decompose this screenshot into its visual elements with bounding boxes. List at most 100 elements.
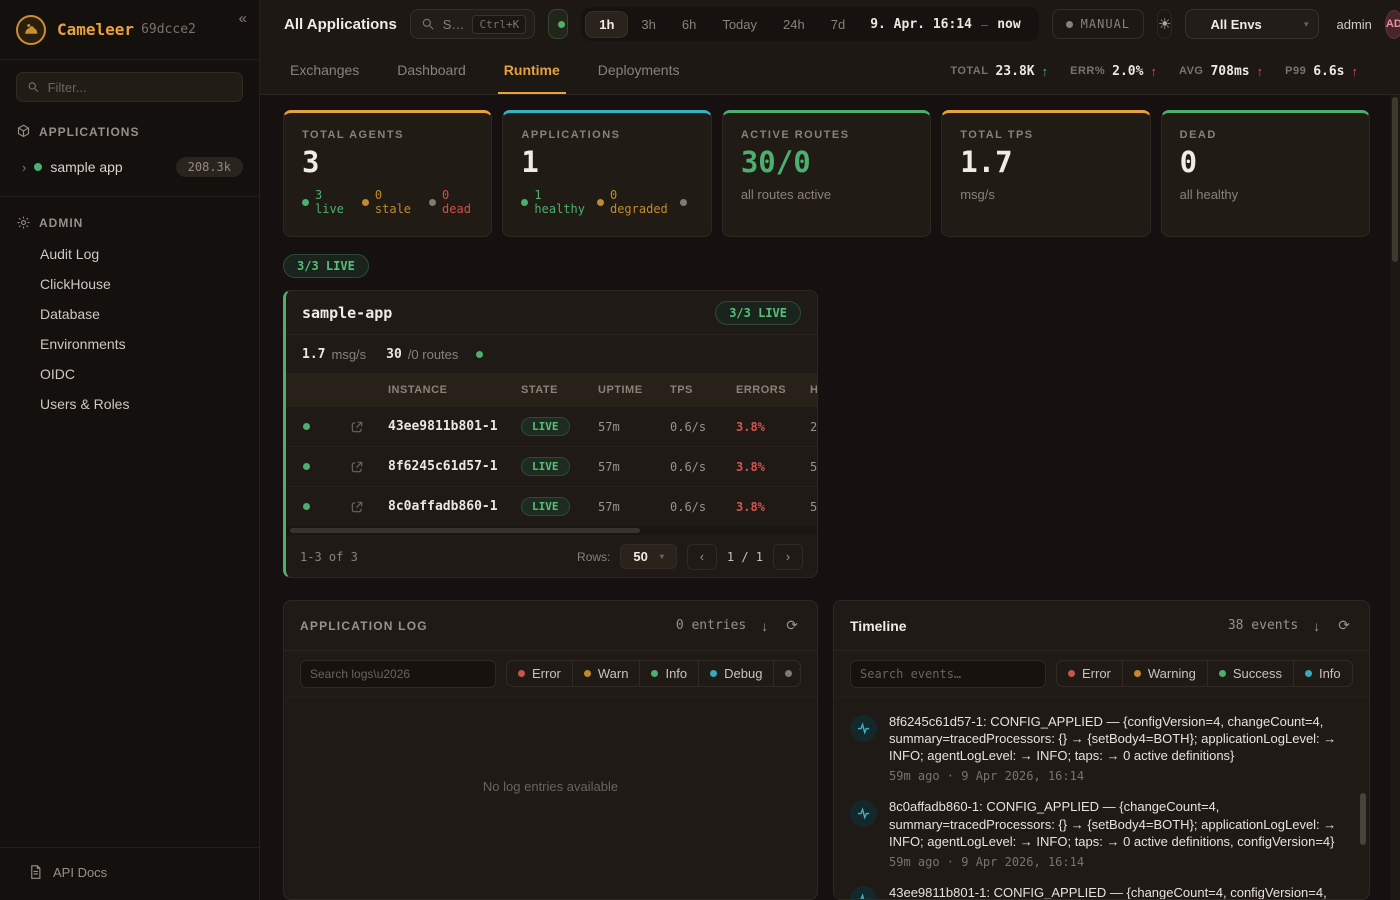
table-row[interactable]: 43ee9811b801-1 LIVE 57m 0.6/s 3.8% 2 (286, 406, 818, 446)
online-status-dot (558, 21, 565, 28)
horizontal-scrollbar[interactable] (286, 526, 817, 535)
external-link-icon[interactable] (350, 460, 364, 474)
sidebar-item-database[interactable]: Database (0, 298, 259, 328)
instance-id: 43ee9811b801-1 (388, 419, 521, 434)
card-total-tps: TOTAL TPS 1.7 msg/s (941, 110, 1150, 237)
arrow-up-icon: ↑ (1042, 64, 1049, 79)
filter-error[interactable]: Error (507, 661, 572, 686)
filter-trace[interactable]: Trace (773, 661, 801, 686)
log-empty-state: No log entries available (284, 779, 817, 794)
timeline-event[interactable]: 8c0affadb860-1: CONFIG_APPLIED — {change… (850, 798, 1349, 868)
card-active-routes: ACTIVE ROUTES 30/0 all routes active (722, 110, 931, 237)
admin-section-header: ADMIN (0, 215, 259, 230)
chevron-down-icon: ▾ (660, 552, 664, 561)
tab-runtime[interactable]: Runtime (498, 48, 566, 94)
state-badge: LIVE (521, 457, 570, 476)
table-row[interactable]: 8f6245c61d57-1 LIVE 57m 0.6/s 3.8% 5 (286, 446, 818, 486)
range-6h[interactable]: 6h (669, 12, 709, 37)
tab-dashboard[interactable]: Dashboard (391, 48, 472, 94)
status-dot-green (34, 163, 42, 171)
range-3h[interactable]: 3h (628, 12, 668, 37)
chevron-right-icon[interactable]: › (22, 160, 26, 175)
stat-avg-value: 708ms (1210, 64, 1249, 79)
rows-per-page-select[interactable]: 50 ▾ (620, 544, 676, 569)
heap-cell: 5 (810, 460, 818, 474)
filter-warn[interactable]: Warn (572, 661, 640, 686)
next-page-button[interactable]: › (773, 544, 803, 570)
api-docs-link[interactable]: API Docs (0, 847, 259, 900)
external-link-icon[interactable] (350, 420, 364, 434)
table-header: INSTANCE STATE UPTIME TPS ERRORS H (286, 373, 818, 406)
connection-status-button[interactable]: O (548, 9, 568, 39)
meta-tps-unit: msg/s (331, 347, 366, 362)
sample-app-meta: 1.7 msg/s 30 /0 routes (286, 335, 817, 373)
sidebar-item-users-roles[interactable]: Users & Roles (0, 388, 259, 418)
card-subtext: all routes active (741, 187, 912, 202)
sidebar-filter (16, 72, 243, 102)
external-link-icon[interactable] (350, 500, 364, 514)
tab-exchanges[interactable]: Exchanges (284, 48, 365, 94)
sidebar-filter-input[interactable] (48, 80, 232, 95)
sidebar-item-audit-log[interactable]: Audit Log (0, 238, 259, 268)
sidebar-item-clickhouse[interactable]: ClickHouse (0, 268, 259, 298)
filter-error[interactable]: Error (1057, 661, 1122, 686)
tps-cell: 0.6/s (670, 500, 736, 514)
theme-toggle-button[interactable]: ☀ (1157, 9, 1172, 39)
refresh-icon[interactable]: ⟳ (1335, 617, 1353, 634)
card-value: 1 (521, 147, 692, 179)
event-text: 8c0affadb860-1: CONFIG_APPLIED — {change… (889, 799, 1336, 848)
timeline-search-input[interactable] (860, 667, 1036, 681)
refresh-icon[interactable]: ⟳ (783, 617, 801, 634)
search-placeholder-text: S… (443, 17, 465, 32)
instance-status-dot (303, 503, 310, 510)
instance-id: 8c0affadb860-1 (388, 499, 521, 514)
manual-refresh-button[interactable]: MANUAL (1052, 9, 1144, 39)
range-1h[interactable]: 1h (585, 11, 628, 38)
sidebar-collapse-icon[interactable]: « (239, 10, 247, 27)
activity-pulse-icon (850, 886, 877, 900)
range-24h[interactable]: 24h (770, 12, 818, 37)
range-7d[interactable]: 7d (818, 12, 858, 37)
chevron-down-icon: ▾ (1304, 19, 1309, 30)
sidebar-item-sample-app[interactable]: › sample app 208.3k (0, 154, 259, 180)
filter-success[interactable]: Success (1207, 661, 1293, 686)
timeline-filter-group: Error Warning Success Info (1056, 660, 1353, 687)
col-instance: INSTANCE (388, 384, 521, 396)
sub-degraded: 0degraded (597, 188, 668, 217)
meta-routes-suffix: /0 routes (408, 347, 459, 362)
sidebar-item-oidc[interactable]: OIDC (0, 358, 259, 388)
download-icon[interactable]: ↓ (758, 618, 771, 634)
timeline-events-count: 38 events (1228, 618, 1298, 633)
timeline-event[interactable]: 8f6245c61d57-1: CONFIG_APPLIED — {config… (850, 713, 1349, 783)
environment-select[interactable]: All Envs ▾ (1185, 9, 1319, 39)
download-icon[interactable]: ↓ (1310, 618, 1323, 634)
date-range-display[interactable]: 9. Apr. 16:14 – now (858, 17, 1034, 32)
page-scrollbar-thumb[interactable] (1392, 97, 1398, 262)
table-row[interactable]: 8c0affadb860-1 LIVE 57m 0.6/s 3.8% 5 (286, 486, 818, 526)
col-tps: TPS (670, 384, 736, 396)
event-timestamp: 59m ago · 9 Apr 2026, 16:14 (889, 769, 1349, 783)
sub-critical: 0critical (680, 188, 693, 217)
timeline-event[interactable]: 43ee9811b801-1: CONFIG_APPLIED — {change… (850, 884, 1349, 900)
filter-info[interactable]: Info (1293, 661, 1352, 686)
col-state: STATE (521, 384, 598, 396)
global-search-button[interactable]: S… Ctrl+K (410, 9, 535, 39)
heap-cell: 2 (810, 420, 818, 434)
range-today[interactable]: Today (709, 12, 770, 37)
tab-deployments[interactable]: Deployments (592, 48, 686, 94)
avatar[interactable]: AD (1385, 10, 1400, 39)
filter-debug[interactable]: Debug (698, 661, 773, 686)
filter-info[interactable]: Info (639, 661, 698, 686)
sidebar-item-environments[interactable]: Environments (0, 328, 259, 358)
stat-p99-label: P99 (1285, 65, 1306, 77)
application-log-panel: APPLICATION LOG 0 entries ↓ ⟳ Error Warn… (283, 600, 818, 900)
state-badge: LIVE (521, 497, 570, 516)
filter-warning[interactable]: Warning (1122, 661, 1207, 686)
prev-page-button[interactable]: ‹ (687, 544, 717, 570)
stat-total-label: TOTAL (950, 65, 988, 77)
timeline-scrollbar-thumb[interactable] (1360, 793, 1366, 845)
instances-table: INSTANCE STATE UPTIME TPS ERRORS H 43ee9… (286, 373, 818, 526)
time-range-group: 1h 3h 6h Today 24h 7d 9. Apr. 16:14 – no… (581, 7, 1038, 41)
log-search-input[interactable] (310, 667, 486, 681)
page-scrollbar[interactable] (1390, 95, 1400, 900)
